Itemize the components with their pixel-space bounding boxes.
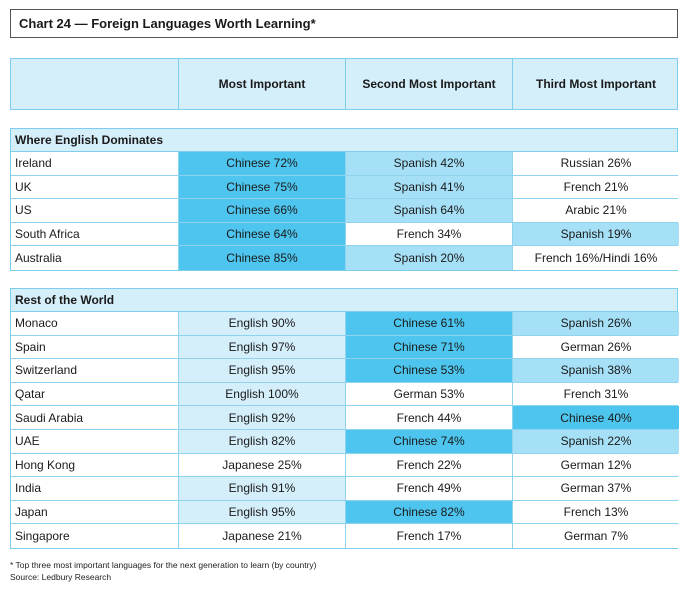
language-cell: Chinese 64%: [178, 222, 345, 246]
language-cell: English 82%: [178, 429, 345, 453]
language-cell: French 17%: [345, 524, 512, 548]
table-row: UAE English 82% Chinese 74% Spanish 22%: [11, 429, 679, 454]
country-cell: Saudi Arabia: [15, 410, 84, 425]
language-cell: German 12%: [512, 453, 679, 477]
language-cell: English 97%: [178, 335, 345, 359]
language-cell: French 34%: [345, 222, 512, 246]
table-row: Qatar English 100% German 53% French 31%: [11, 382, 679, 407]
language-cell: Japanese 25%: [178, 453, 345, 477]
language-cell: Chinese 71%: [345, 335, 512, 359]
country-cell: Japan: [15, 505, 48, 520]
table-row: Hong Kong Japanese 25% French 22% German 12…: [11, 453, 679, 478]
language-cell: Spanish 20%: [345, 246, 512, 270]
country-cell: US: [15, 203, 32, 218]
table-row: US Chinese 66% Spanish 64% Arabic 21%: [11, 199, 679, 223]
language-cell: Chinese 61%: [345, 312, 512, 335]
language-cell: Spanish 42%: [345, 152, 512, 175]
language-cell: Chinese 75%: [178, 175, 345, 199]
language-cell: French 44%: [345, 406, 512, 429]
language-cell: German 37%: [512, 477, 679, 500]
language-cell: English 100%: [178, 382, 345, 406]
language-cell: Chinese 82%: [345, 500, 512, 524]
language-cell: Spanish 38%: [512, 359, 679, 382]
table-row: India English 91% French 49% German 37%: [11, 477, 679, 501]
language-cell: Spanish 22%: [512, 429, 679, 453]
country-cell: UK: [15, 179, 32, 194]
table-row: Singapore Japanese 21% French 17% German 7%: [11, 524, 679, 548]
chart-title-box: Chart 24 — Foreign Languages Worth Learn…: [10, 9, 678, 38]
table-row: Switzerland English 95% Chinese 53% Spanish…: [11, 359, 679, 383]
country-cell: South Africa: [15, 227, 80, 242]
section-heading: Rest of the World: [11, 289, 677, 312]
section-heading: Where English Dominates: [11, 129, 677, 152]
table-row: UK Chinese 75% Spanish 41% French 21%: [11, 175, 679, 200]
table-row: Monaco English 90% Chinese 61% Spanish 26%: [11, 312, 679, 336]
header-country: [11, 59, 178, 109]
country-cell: Hong Kong: [15, 457, 76, 472]
table-row: Japan English 95% Chinese 82% French 13%: [11, 500, 679, 525]
footnote: * Top three most important languages for…: [10, 560, 317, 570]
language-cell: French 16%/Hindi 16%: [512, 246, 679, 270]
source-note: Source: Ledbury Research: [10, 572, 112, 582]
chart-title: Chart 24 — Foreign Languages Worth Learn…: [19, 16, 316, 31]
language-cell: English 95%: [178, 359, 345, 382]
language-cell: Spanish 64%: [345, 199, 512, 222]
language-cell: French 21%: [512, 175, 679, 199]
country-cell: Singapore: [15, 529, 70, 544]
language-cell: English 95%: [178, 500, 345, 524]
country-cell: Australia: [15, 251, 62, 266]
language-cell: English 90%: [178, 312, 345, 335]
language-cell: German 53%: [345, 382, 512, 406]
header-third-most-important: Third Most Important: [512, 59, 679, 109]
header-second-most-important: Second Most Important: [345, 59, 512, 109]
language-cell: Russian 26%: [512, 152, 679, 175]
language-cell: Chinese 66%: [178, 199, 345, 222]
section-rest-of-world: Rest of the World Monaco English 90% Chines…: [10, 288, 679, 549]
country-cell: Ireland: [15, 156, 52, 171]
language-cell: Chinese 53%: [345, 359, 512, 382]
country-cell: Qatar: [15, 387, 46, 402]
language-cell: Japanese 21%: [178, 524, 345, 548]
table-row: South Africa Chinese 64% French 34% Spanish…: [11, 222, 679, 247]
language-cell: Chinese 74%: [345, 429, 512, 453]
country-cell: India: [15, 481, 42, 496]
language-cell: Chinese 40%: [512, 406, 679, 429]
language-cell: French 22%: [345, 453, 512, 477]
language-cell: Spanish 19%: [512, 222, 679, 246]
section-english-dominates: Where English Dominates Ireland Chinese 72…: [10, 128, 679, 271]
header-most-important: Most Important: [178, 59, 345, 109]
language-cell: French 31%: [512, 382, 679, 406]
country-cell: Monaco: [15, 316, 58, 331]
language-cell: English 91%: [178, 477, 345, 500]
language-cell: Spanish 41%: [345, 175, 512, 199]
language-cell: French 49%: [345, 477, 512, 500]
country-cell: Spain: [15, 339, 46, 354]
language-cell: Arabic 21%: [512, 199, 679, 222]
table-row: Ireland Chinese 72% Spanish 42% Russian 26%: [11, 152, 679, 176]
language-cell: German 7%: [512, 524, 679, 548]
table-row: Australia Chinese 85% Spanish 20% French 16…: [11, 246, 679, 270]
column-header-row: Most Important Second Most Important Thi…: [10, 58, 678, 110]
table-row: Saudi Arabia English 92% French 44% Chinese…: [11, 406, 679, 430]
language-cell: English 92%: [178, 406, 345, 429]
country-cell: Switzerland: [15, 363, 78, 378]
language-cell: German 26%: [512, 335, 679, 359]
table-row: Spain English 97% Chinese 71% German 26%: [11, 335, 679, 360]
language-cell: Spanish 26%: [512, 312, 679, 335]
language-cell: French 13%: [512, 500, 679, 524]
country-cell: UAE: [15, 434, 40, 449]
language-cell: Chinese 72%: [178, 152, 345, 175]
language-cell: Chinese 85%: [178, 246, 345, 270]
